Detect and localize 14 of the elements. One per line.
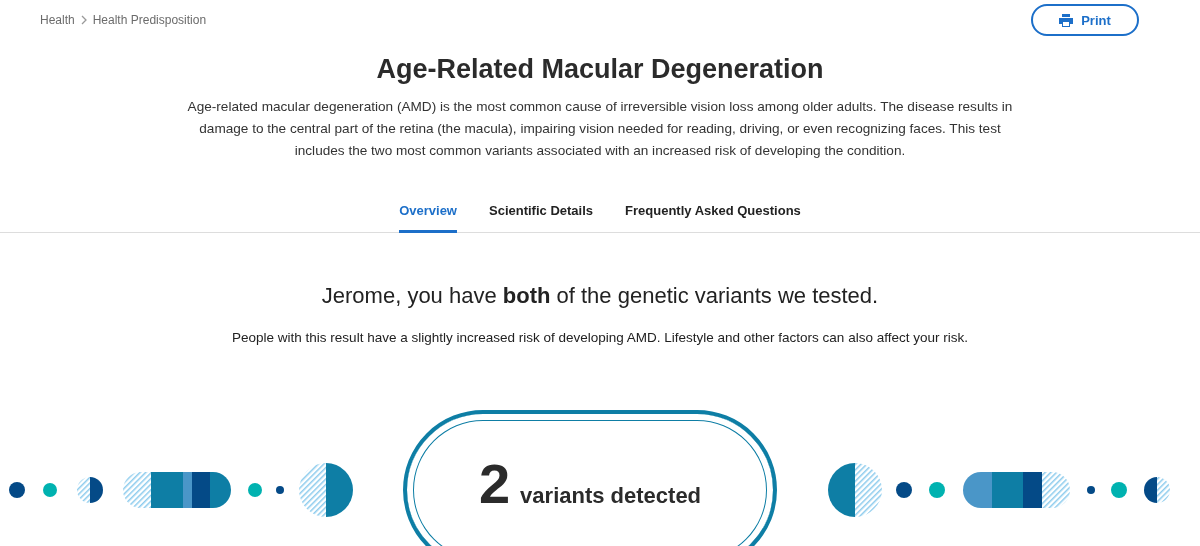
result-headline: Jerome, you have both of the genetic variants we tested. xyxy=(320,283,880,309)
page-title: Age-Related Macular Degeneration xyxy=(375,53,825,86)
tab[interactable]: Frequently Asked Questions xyxy=(625,197,801,233)
breadcrumb-link[interactable]: Health xyxy=(40,13,75,27)
printer-icon xyxy=(1059,13,1074,27)
tab[interactable]: Overview xyxy=(399,197,457,233)
variant-count: 2 xyxy=(478,454,511,514)
tab[interactable]: Scientific Details xyxy=(489,197,594,233)
description: Age-related macular degeneration (AMD) is the most common cause of irreversible vision loss among older adults. The disease results in damage to the central part of the retina (the macula), impairing vision needed for reading, driving, or even recognizing faces. This test includes the two most common variants associated with an increased risk of developing the condition. xyxy=(186,98,1014,160)
variant-count-label: variants detected xyxy=(520,483,702,509)
print-button[interactable]: Print xyxy=(1031,4,1139,36)
result-summary: People with this result have a slightly increased risk of developing AMD. Lifestyle and other factors can also affect your risk. xyxy=(231,330,969,345)
chevron-icon xyxy=(80,15,87,25)
breadcrumb-link[interactable]: Health Predisposition xyxy=(92,13,207,27)
